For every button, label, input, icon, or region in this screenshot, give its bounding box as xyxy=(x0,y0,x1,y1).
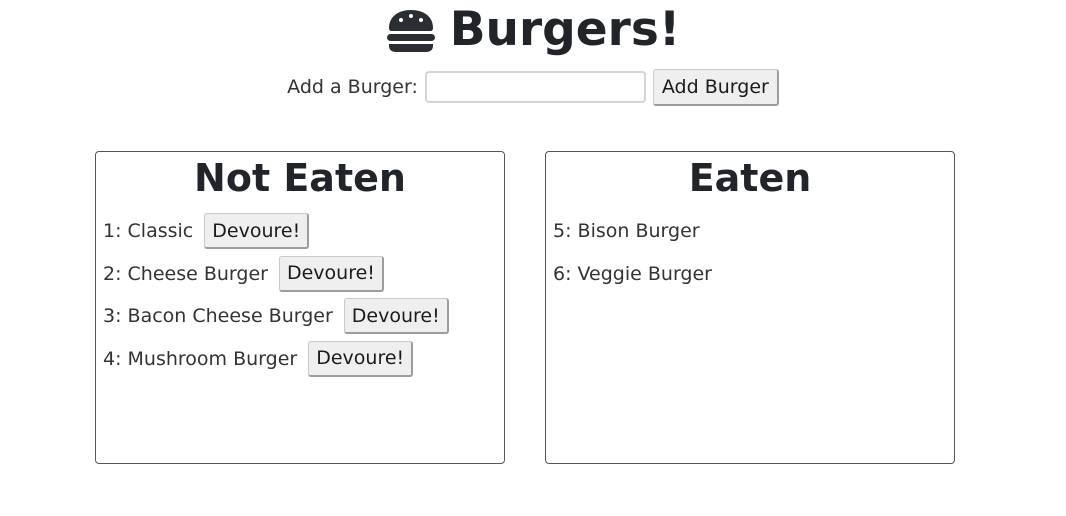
not-eaten-title: Not Eaten xyxy=(194,156,406,200)
burger-name: 5: Bison Burger xyxy=(553,220,700,242)
list-item: 4: Mushroom Burger Devoure! xyxy=(103,340,504,377)
burger-name-input[interactable] xyxy=(424,71,646,103)
list-item: 5: Bison Burger xyxy=(553,213,954,249)
devour-button[interactable]: Devoure! xyxy=(343,298,449,334)
header: Burgers! xyxy=(0,2,1066,58)
devour-button[interactable]: Devoure! xyxy=(278,255,384,292)
list-item: 6: Veggie Burger xyxy=(553,256,954,292)
list-item: 1: Classic Devoure! xyxy=(103,213,504,249)
list-item: 3: Bacon Cheese Burger Devoure! xyxy=(103,298,504,334)
burger-name: 1: Classic xyxy=(103,220,194,242)
page-title: Burgers! xyxy=(449,2,681,57)
not-eaten-panel: Not Eaten 1: Classic Devoure! 2: Cheese … xyxy=(95,151,505,464)
eaten-title: Eaten xyxy=(688,156,812,200)
add-burger-label: Add a Burger: xyxy=(287,76,418,98)
burger-name: 3: Bacon Cheese Burger xyxy=(103,305,333,327)
burger-name: 2: Cheese Burger xyxy=(103,262,268,285)
burger-name: 6: Veggie Burger xyxy=(553,262,712,285)
list-item: 2: Cheese Burger Devoure! xyxy=(103,255,504,292)
devour-button[interactable]: Devoure! xyxy=(204,213,310,249)
eaten-list: 5: Bison Burger 6: Veggie Burger xyxy=(546,213,954,292)
page: Burgers! Add a Burger: Add Burger Not Ea… xyxy=(0,0,1066,516)
add-burger-button[interactable]: Add Burger xyxy=(652,68,779,106)
hamburger-icon xyxy=(386,10,435,52)
devour-button[interactable]: Devoure! xyxy=(308,340,414,377)
add-burger-form: Add a Burger: Add Burger xyxy=(0,68,1066,106)
burger-name: 4: Mushroom Burger xyxy=(103,347,298,370)
eaten-panel: Eaten 5: Bison Burger 6: Veggie Burger xyxy=(545,151,955,464)
not-eaten-list: 1: Classic Devoure! 2: Cheese Burger Dev… xyxy=(96,213,504,377)
